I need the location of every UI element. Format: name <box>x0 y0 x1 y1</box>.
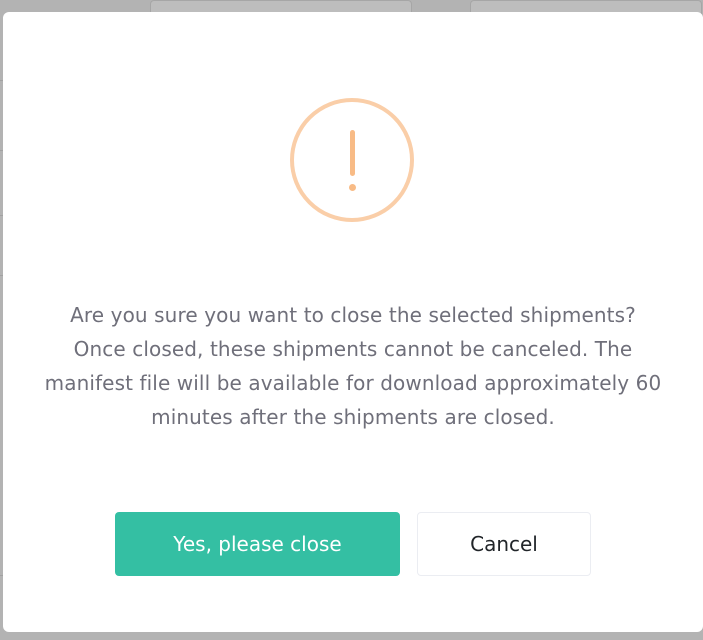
exclamation-dot <box>349 184 356 191</box>
confirm-close-shipments-dialog: Are you sure you want to close the selec… <box>3 12 703 632</box>
dialog-message: Are you sure you want to close the selec… <box>44 303 662 429</box>
exclamation-bar <box>350 130 355 176</box>
warning-exclamation-icon <box>290 98 414 222</box>
confirm-close-button[interactable]: Yes, please close <box>115 512 400 576</box>
cancel-button[interactable]: Cancel <box>417 512 591 576</box>
